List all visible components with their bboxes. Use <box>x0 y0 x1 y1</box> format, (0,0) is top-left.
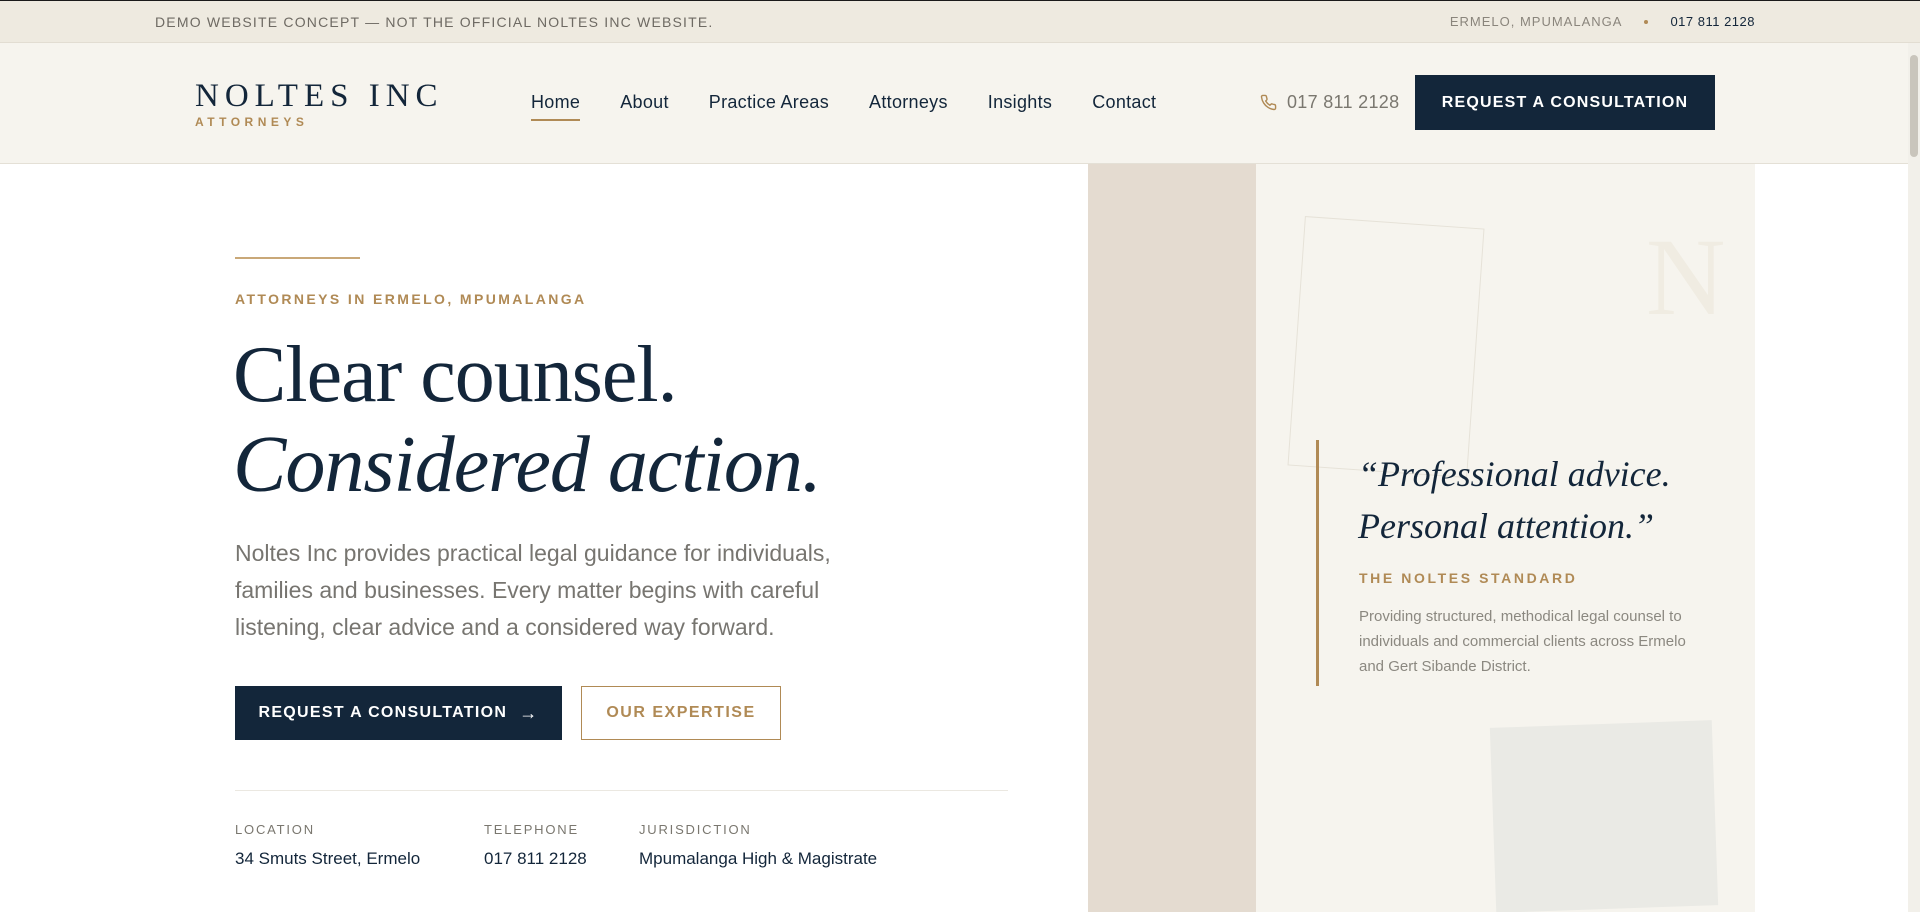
demo-notice-bar: DEMO WEBSITE CONCEPT — NOT THE OFFICIAL … <box>0 0 1920 43</box>
hero-divider <box>235 790 1008 791</box>
meta-jurisdiction: JURISDICTION Mpumalanga High & Magistrat… <box>639 822 877 869</box>
separator-dot <box>1644 19 1649 24</box>
logo-subtitle: ATTORNEYS <box>195 115 309 129</box>
arrow-right-icon: → <box>519 702 539 723</box>
meta-jurisdiction-label: JURISDICTION <box>639 822 752 837</box>
hero-lead-paragraph: Noltes Inc provides practical legal guid… <box>235 540 831 640</box>
nav-item-insights[interactable]: Insights <box>988 92 1052 121</box>
standard-text: Providing structured, methodical legal c… <box>1359 608 1686 675</box>
demo-notice-text: DEMO WEBSITE CONCEPT — NOT THE OFFICIAL … <box>155 14 714 30</box>
standard-title: THE NOLTES STANDARD <box>1359 570 1578 586</box>
nav-item-about[interactable]: About <box>620 92 669 121</box>
topbar-contact: ERMELO, MPUMALANGA 017 811 2128 <box>1450 14 1755 29</box>
header-consultation-button[interactable]: REQUEST A CONSULTATION <box>1415 75 1715 130</box>
request-consultation-label: REQUEST A CONSULTATION <box>258 704 508 721</box>
topbar-location: ERMELO, MPUMALANGA <box>1449 14 1623 29</box>
meta-telephone-label: TELEPHONE <box>484 822 579 837</box>
header-phone-text: 017 811 2128 <box>1287 92 1400 112</box>
hero-title-line1: Clear counsel. <box>233 331 678 419</box>
topbar-phone-link[interactable]: 017 811 2128 <box>1670 14 1755 29</box>
site-header: NOLTES INC ATTORNEYS Home About Practice… <box>0 43 1920 164</box>
main-nav: Home About Practice Areas Attorneys Insi… <box>531 92 1196 121</box>
decorative-band <box>1088 164 1256 912</box>
meta-location-label: LOCATION <box>235 822 315 837</box>
quote-accent-bar <box>1316 440 1319 686</box>
our-expertise-button[interactable]: OUR EXPERTISE <box>581 686 781 740</box>
quote-line2: Personal attention.” <box>1358 506 1654 546</box>
panel-quote: “Professional advice. Personal attention… <box>1358 448 1728 552</box>
hero-title-line2: Considered action. <box>233 421 822 509</box>
logo-name: NOLTES INC <box>195 78 444 114</box>
hero-eyebrow: ATTORNEYS IN ERMELO, MPUMALANGA <box>235 291 587 307</box>
phone-icon <box>1260 94 1277 111</box>
accent-rule <box>235 257 360 259</box>
request-consultation-button[interactable]: REQUEST A CONSULTATION → <box>235 686 562 740</box>
page-scrollbar[interactable] <box>1908 43 1920 912</box>
nav-item-home[interactable]: Home <box>531 92 581 121</box>
nav-item-practice-areas[interactable]: Practice Areas <box>709 92 829 121</box>
meta-telephone: TELEPHONE 017 811 2128 <box>484 822 587 869</box>
nav-item-attorneys[interactable]: Attorneys <box>869 92 948 121</box>
nav-item-contact[interactable]: Contact <box>1092 92 1156 121</box>
watermark-letter: N <box>1646 216 1726 338</box>
meta-jurisdiction-value: Mpumalanga High & Magistrate <box>639 849 878 868</box>
scrollbar-thumb[interactable] <box>1910 55 1918 157</box>
quote-line1: “Professional advice. <box>1358 454 1671 494</box>
decorative-block <box>1489 720 1719 912</box>
header-phone-link[interactable]: 017 811 2128 <box>1260 92 1399 113</box>
meta-location: LOCATION 34 Smuts Street, Ermelo <box>235 822 420 869</box>
meta-location-value: 34 Smuts Street, Ermelo <box>235 849 421 868</box>
decorative-frame <box>1287 216 1485 478</box>
meta-telephone-value[interactable]: 017 811 2128 <box>484 849 587 869</box>
site-logo[interactable]: NOLTES INC ATTORNEYS <box>195 78 444 130</box>
